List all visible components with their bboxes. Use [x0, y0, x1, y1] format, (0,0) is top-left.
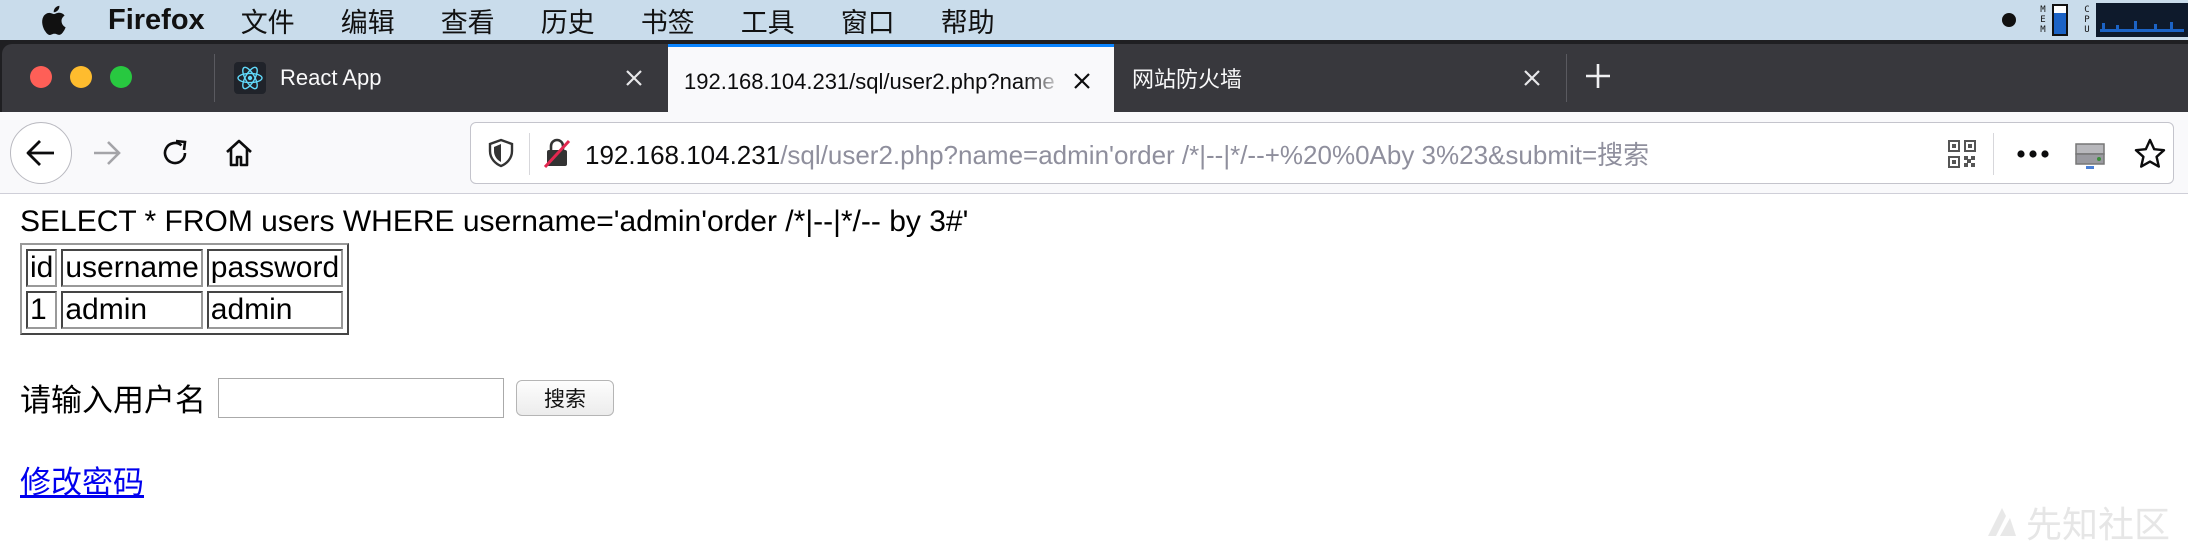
window-close-button[interactable]: [30, 66, 52, 88]
table-cell: admin: [61, 291, 203, 329]
page-content: SELECT * FROM users WHERE username='admi…: [0, 195, 2188, 554]
home-icon: [226, 139, 252, 167]
new-tab-plus-icon[interactable]: [1580, 58, 1616, 94]
menu-edit[interactable]: 编辑: [341, 1, 395, 40]
change-password-link[interactable]: 修改密码: [20, 457, 144, 502]
window-zoom-button[interactable]: [110, 66, 132, 88]
tab-separator: [1566, 54, 1567, 102]
username-label: 请输入用户名: [20, 383, 206, 419]
menu-view[interactable]: 查看: [441, 1, 495, 40]
table-header-cell: username: [61, 249, 203, 287]
status-area: MEM CPU: [2002, 0, 2188, 40]
menu-file[interactable]: 文件: [241, 1, 295, 40]
table-header-row: id username password: [26, 249, 344, 287]
menu-window[interactable]: 窗口: [841, 1, 895, 40]
tab-label: 192.168.104.231/sql/user2.php?name=admin…: [684, 68, 1054, 94]
back-arrow-icon: [26, 140, 54, 166]
close-icon[interactable]: [620, 64, 648, 92]
mem-meter-fill: [2054, 13, 2066, 34]
url-bar-separator: [529, 133, 530, 175]
close-icon[interactable]: [1068, 67, 1096, 95]
home-button[interactable]: [220, 134, 258, 172]
url-text[interactable]: 192.168.104.231/sql/user2.php?name=admin…: [585, 135, 1649, 172]
cpu-graph[interactable]: [2096, 3, 2188, 37]
tab-sql-user2[interactable]: 192.168.104.231/sql/user2.php?name=admin…: [668, 44, 1114, 112]
cpu-graph-bars: [2100, 21, 2184, 32]
app-menu-firefox[interactable]: Firefox: [108, 4, 205, 37]
tracking-shield-icon[interactable]: [485, 137, 517, 169]
reload-icon: [163, 139, 187, 165]
navigation-bar: 192.168.104.231/sql/user2.php?name=admin…: [0, 112, 2188, 194]
search-button[interactable]: 搜索: [516, 379, 614, 416]
menu-tools[interactable]: 工具: [741, 1, 795, 40]
cpu-label: CPU: [2084, 5, 2090, 35]
table-cell: admin: [206, 291, 344, 329]
insecure-lock-icon[interactable]: [541, 136, 573, 170]
bookmark-star-icon[interactable]: [2131, 135, 2169, 173]
tab-label: React App: [280, 65, 382, 90]
reload-button[interactable]: [156, 134, 194, 172]
apple-icon[interactable]: [40, 5, 72, 35]
forward-arrow-icon: [94, 141, 121, 165]
menu-help[interactable]: 帮助: [941, 1, 995, 40]
url-bar-separator: [1993, 133, 1994, 175]
result-table: id username password 1 admin admin: [20, 243, 350, 335]
url-bar[interactable]: 192.168.104.231/sql/user2.php?name=admin…: [470, 122, 2174, 184]
tab-strip: React App 192.168.104.231/sql/user2.php?…: [0, 40, 2188, 112]
username-input[interactable]: [218, 377, 504, 418]
watermark-logo-icon: [1987, 508, 2016, 536]
close-icon[interactable]: [1518, 64, 1546, 92]
forward-button[interactable]: [88, 134, 126, 172]
server-extension-icon[interactable]: [2071, 135, 2109, 173]
menu-bar: Firefox 文件 编辑 查看 历史 书签 工具 窗口 帮助 MEM CPU: [0, 0, 2188, 40]
page-actions-menu-icon[interactable]: [2015, 137, 2051, 171]
table-cell: 1: [26, 291, 58, 329]
table-header-cell: id: [26, 249, 58, 287]
watermark-text: 先知社区: [2025, 505, 2170, 546]
tab-firewall[interactable]: 网站防火墙: [1116, 44, 1564, 112]
tab-separator: [214, 54, 215, 102]
record-dot-icon[interactable]: [2002, 13, 2016, 27]
search-form: 请输入用户名 搜索: [20, 375, 614, 420]
window-minimize-button[interactable]: [70, 66, 92, 88]
menu-bookmarks[interactable]: 书签: [641, 1, 695, 40]
menu-history[interactable]: 历史: [541, 1, 595, 40]
tab-react-app[interactable]: React App: [216, 44, 666, 112]
mem-meter[interactable]: [2052, 4, 2068, 36]
mem-label: MEM: [2040, 5, 2046, 35]
url-path: /sql/user2.php?name=admin'order /*|--|*/…: [780, 139, 1650, 170]
tab-label: 网站防火墙: [1132, 68, 1243, 93]
table-row: 1 admin admin: [26, 291, 344, 329]
qr-code-icon[interactable]: [1945, 137, 1979, 171]
url-host: 192.168.104.231: [585, 139, 781, 170]
back-button[interactable]: [10, 122, 72, 184]
sql-query-text: SELECT * FROM users WHERE username='admi…: [20, 205, 969, 238]
table-header-cell: password: [206, 249, 344, 287]
watermark: 先知社区: [1984, 496, 2170, 548]
react-icon: [234, 62, 266, 94]
tab-label-fade: [1024, 47, 1064, 112]
